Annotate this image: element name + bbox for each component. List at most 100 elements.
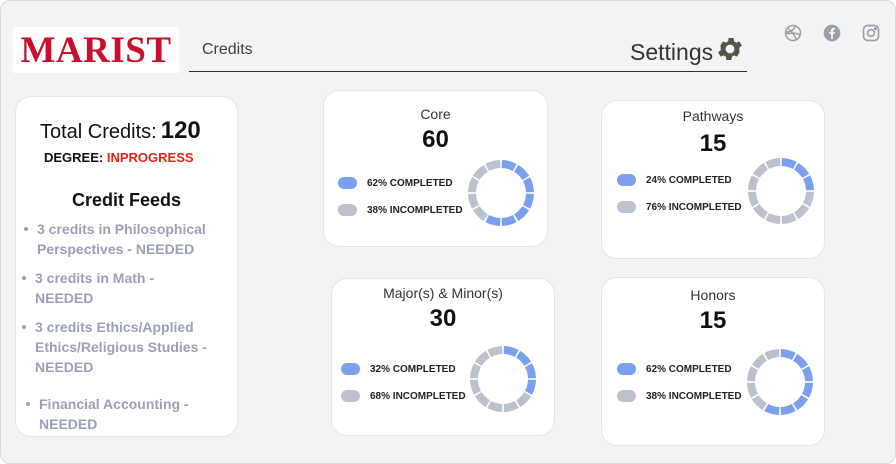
majors-credits-value: 30 (429, 305, 457, 332)
majors-incompleted-label: 68% INCOMPLETED (370, 390, 466, 402)
pathways-title: Pathways (682, 108, 744, 124)
donut-segment-incompleted (474, 350, 491, 367)
credit-feed-item: 3 credits in Philosophical Perspectives … (24, 219, 233, 259)
donut-segment-incompleted (472, 205, 489, 222)
honors-title: Honors (690, 287, 736, 303)
pathways-completed-legend: 24% COMPLETED (617, 174, 732, 186)
degree-label: DEGREE: (44, 150, 104, 165)
credit-feed-item: 3 credits Ethics/Applied Ethics/Religiou… (22, 317, 225, 377)
completed-swatch (617, 174, 636, 186)
majors-incompleted-legend: 68% INCOMPLETED (341, 390, 466, 402)
donut-segment-incompleted (470, 363, 482, 379)
donut-segment-completed (524, 363, 536, 379)
core-completed-legend: 62% COMPLETED (338, 177, 453, 189)
pathways-credits-value: 15 (699, 130, 727, 157)
settings-label: Settings (630, 38, 714, 65)
core-donut-chart (468, 160, 534, 226)
total-credits-label: Total Credits: (40, 121, 157, 143)
donut-segment-completed (802, 175, 814, 191)
majors-donut-chart (470, 346, 536, 412)
donut-segment-incompleted (487, 400, 503, 412)
donut-segment-incompleted (474, 391, 491, 408)
total-credits: Total Credits: 120 (40, 117, 201, 145)
incompleted-swatch (341, 390, 360, 402)
completed-swatch (617, 363, 636, 375)
pathways-credits-card: Pathways 15 24% COMPLETED 76% INCOMPLETE… (601, 100, 825, 259)
credit-feed-item: Financial Accounting - NEEDED (26, 394, 209, 434)
honors-donut-chart (747, 349, 813, 415)
facebook-icon[interactable] (822, 23, 842, 43)
donut-segment-incompleted (470, 379, 482, 395)
honors-credits-card: Honors 15 62% COMPLETED 38% INCOMPLETED (601, 277, 825, 446)
donut-segment-completed (780, 349, 796, 361)
incompleted-swatch (617, 390, 636, 402)
donut-segment-incompleted (748, 175, 760, 191)
donut-segment-incompleted (503, 400, 519, 412)
marist-logo[interactable]: MARIST (13, 27, 179, 73)
donut-segment-incompleted (781, 212, 797, 224)
donut-segment-incompleted (752, 162, 769, 179)
majors-title: Major(s) & Minor(s) (383, 285, 503, 301)
donut-segment-completed (781, 158, 797, 170)
instagram-icon[interactable] (861, 23, 881, 43)
donut-segment-incompleted (487, 346, 503, 358)
majors-completed-legend: 32% COMPLETED (341, 363, 456, 375)
donut-segment-completed (513, 205, 530, 222)
total-credits-value: 120 (160, 117, 201, 144)
donut-segment-completed (503, 346, 519, 358)
donut-segment-completed (764, 403, 780, 415)
incompleted-swatch (617, 201, 636, 213)
dribbble-icon[interactable] (783, 23, 803, 43)
honors-incompleted-label: 38% INCOMPLETED (646, 390, 742, 402)
credit-feed-item: 3 credits in Math - NEEDED (22, 268, 185, 308)
honors-incompleted-legend: 38% INCOMPLETED (617, 390, 742, 402)
donut-segment-incompleted (468, 177, 480, 193)
donut-segment-incompleted (747, 382, 759, 398)
donut-segment-incompleted (751, 394, 768, 411)
degree-status-value: INPROGRESS (106, 150, 194, 165)
donut-segment-completed (780, 403, 796, 415)
donut-segment-completed (485, 214, 501, 226)
completed-swatch (341, 363, 360, 375)
core-credits-value: 60 (422, 126, 449, 153)
donut-segment-completed (513, 164, 530, 181)
donut-segment-completed (793, 162, 810, 179)
donut-segment-incompleted (472, 164, 489, 181)
donut-segment-completed (801, 382, 813, 398)
donut-segment-completed (501, 214, 517, 226)
pathways-incompleted-legend: 76% INCOMPLETED (617, 201, 742, 213)
core-incompleted-legend: 38% INCOMPLETED (338, 204, 463, 216)
donut-segment-incompleted (765, 212, 781, 224)
donut-segment-incompleted (515, 391, 532, 408)
core-incompleted-label: 38% INCOMPLETED (367, 204, 463, 216)
donut-segment-incompleted (747, 366, 759, 382)
donut-segment-completed (501, 160, 517, 172)
core-completed-label: 62% COMPLETED (367, 177, 453, 189)
donut-segment-incompleted (793, 203, 810, 220)
donut-segment-incompleted (765, 158, 781, 170)
pathways-completed-label: 24% COMPLETED (646, 174, 732, 186)
donut-segment-completed (792, 353, 809, 370)
logo-text: MARIST (20, 29, 172, 71)
honors-completed-label: 62% COMPLETED (646, 363, 732, 375)
settings-button[interactable]: Settings (630, 34, 745, 70)
donut-segment-incompleted (485, 160, 501, 172)
donut-segment-completed (522, 193, 534, 209)
donut-segment-completed (524, 379, 536, 395)
donut-segment-incompleted (752, 203, 769, 220)
majors-completed-label: 32% COMPLETED (370, 363, 456, 375)
donut-segment-incompleted (802, 191, 814, 207)
core-credits-card: Core 60 62% COMPLETED 38% INCOMPLETED (323, 90, 548, 247)
donut-segment-incompleted (748, 191, 760, 207)
gear-icon (715, 34, 745, 70)
header-divider (189, 71, 747, 72)
page-title: Credits (202, 41, 253, 58)
credits-summary-card: Total Credits: 120 DEGREE: INPROGRESS Cr… (15, 96, 238, 437)
donut-segment-completed (792, 394, 809, 411)
pathways-donut-chart (748, 158, 814, 224)
credit-feeds-title: Credit Feeds (71, 190, 182, 210)
donut-segment-completed (522, 177, 534, 193)
completed-swatch (338, 177, 357, 189)
degree-status: DEGREE: INPROGRESS (44, 150, 194, 165)
donut-segment-completed (515, 350, 532, 367)
